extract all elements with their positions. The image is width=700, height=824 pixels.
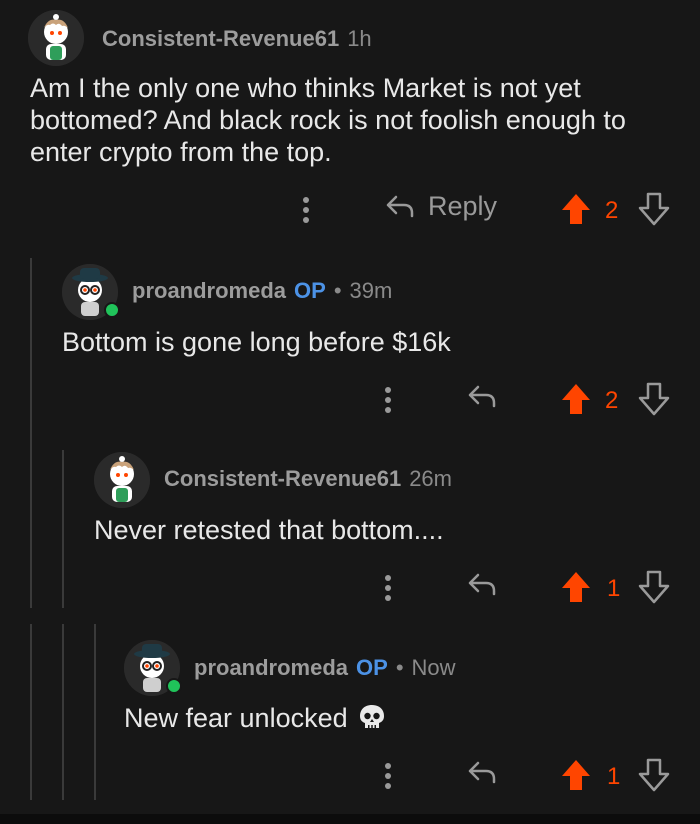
timestamp: 1h — [347, 26, 372, 51]
reply-button[interactable] — [466, 568, 498, 600]
vote-count: 1 — [607, 763, 621, 790]
comment-body-wrap: New fear unlocked — [124, 702, 664, 734]
reply-icon — [468, 385, 496, 408]
upvote-arrow-icon — [562, 760, 590, 790]
timestamp: 26m — [409, 466, 452, 491]
vote-count: 1 — [607, 575, 621, 602]
more-options-button[interactable] — [378, 384, 398, 416]
avatar[interactable] — [124, 640, 182, 696]
separator-dot: • — [333, 278, 342, 303]
downvote-arrow-icon — [638, 382, 670, 416]
reply-icon — [386, 195, 414, 218]
upvote-button[interactable] — [560, 758, 592, 792]
upvote-arrow-icon — [562, 194, 590, 224]
downvote-arrow-icon — [638, 570, 670, 604]
downvote-button[interactable] — [638, 570, 670, 604]
comment-actions: 1 — [0, 756, 700, 796]
upvote-arrow-icon — [562, 572, 590, 602]
op-badge: OP — [294, 278, 326, 303]
comment-actions: Reply 2 — [0, 190, 700, 230]
reply-button[interactable] — [466, 756, 498, 788]
reply-label: Reply — [428, 190, 498, 221]
upvote-arrow-icon — [562, 384, 590, 414]
downvote-button[interactable] — [638, 192, 670, 226]
username[interactable]: proandromeda — [194, 655, 348, 681]
online-status-indicator — [104, 302, 120, 318]
more-options-button[interactable] — [378, 760, 398, 792]
downvote-arrow-icon — [638, 192, 670, 226]
separator-dot: • — [395, 655, 404, 680]
comment-actions: 2 — [0, 380, 700, 420]
reply-icon — [468, 761, 496, 784]
vote-count: 2 — [605, 197, 619, 224]
username[interactable]: proandromeda — [132, 278, 286, 304]
downvote-button[interactable] — [638, 758, 670, 792]
avatar[interactable] — [94, 452, 150, 508]
username[interactable]: Consistent-Revenue61 — [102, 26, 339, 52]
comment-body: Never retested that bottom.... — [94, 515, 444, 545]
op-badge: OP — [356, 655, 388, 680]
upvote-button[interactable] — [560, 192, 592, 226]
comment-body: New fear unlocked — [124, 703, 348, 733]
reply-icon — [468, 573, 496, 596]
thread-line — [30, 258, 32, 608]
upvote-button[interactable] — [560, 382, 592, 416]
reply-button[interactable] — [466, 380, 498, 412]
comment-body: Bottom is gone long before $16k — [62, 327, 451, 357]
timestamp: 39m — [349, 278, 393, 303]
timestamp: Now — [411, 655, 456, 680]
downvote-button[interactable] — [638, 382, 670, 416]
downvote-arrow-icon — [638, 758, 670, 792]
comment-body: Am I the only one who thinks Market is n… — [30, 73, 626, 167]
comment-actions: 1 — [0, 568, 700, 608]
avatar[interactable] — [62, 264, 120, 320]
online-status-indicator — [166, 678, 182, 694]
vote-count: 2 — [605, 387, 619, 414]
upvote-button[interactable] — [560, 570, 592, 604]
more-options-button[interactable] — [296, 194, 316, 226]
username[interactable]: Consistent-Revenue61 — [164, 466, 401, 492]
more-options-button[interactable] — [378, 572, 398, 604]
reply-button[interactable]: Reply — [384, 190, 497, 222]
skull-icon — [359, 705, 384, 728]
avatar[interactable] — [28, 10, 84, 66]
bottom-bar — [0, 814, 700, 824]
